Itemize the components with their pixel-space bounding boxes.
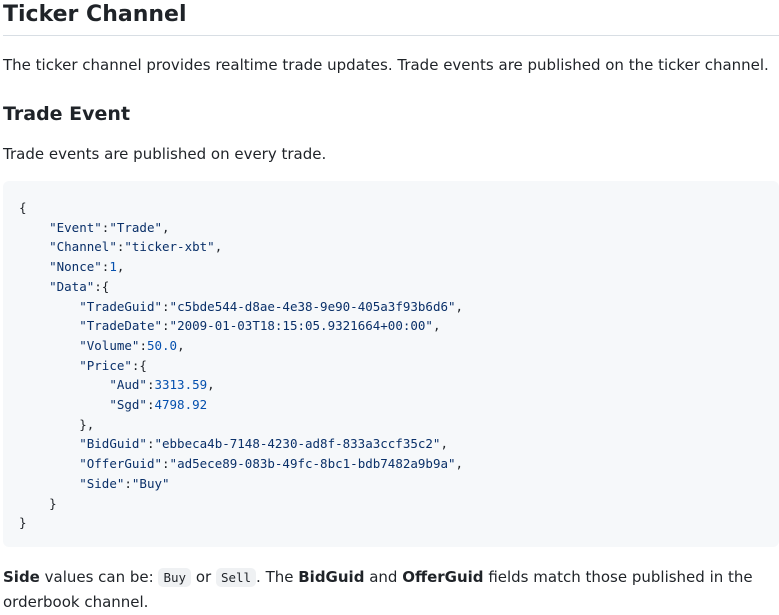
code-key: "TradeDate"	[79, 318, 163, 334]
code-key: "Nonce"	[49, 259, 102, 275]
trade-event-description: Trade events are published on every trad…	[3, 145, 327, 163]
code-block[interactable]: { "Event":"Trade", "Channel":"ticker-xbt…	[3, 181, 779, 547]
trade-event-heading: Trade Event	[3, 103, 131, 125]
section-title: Ticker Channel	[3, 0, 779, 36]
footer-text: values can be:	[39, 568, 159, 586]
intro-paragraph: The ticker channel provides realtime tra…	[3, 56, 769, 74]
code-value: 1	[109, 259, 117, 275]
code-value: "c5bde544-d8ae-4e38-9e90-405a3f93b6d6"	[169, 298, 456, 314]
footer-text: . The	[256, 568, 299, 586]
code-value: "Buy"	[131, 475, 170, 491]
inline-code-sell: Sell	[215, 568, 257, 587]
code-value: "ticker-xbt"	[124, 239, 215, 255]
code-value: "ebbeca4b-7148-4230-ad8f-833a3ccf35c2"	[154, 436, 441, 452]
code-value: 50.0	[146, 337, 178, 353]
code-value: 4798.92	[154, 397, 208, 413]
code-key: "Volume"	[79, 337, 140, 353]
footer-text: and	[364, 568, 403, 586]
code-key: "Aud"	[109, 377, 147, 393]
code-value: "2009-01-03T18:15:05.9321664+00:00"	[169, 318, 433, 334]
side-label: Side	[3, 568, 40, 586]
code-value: "ad5ece89-083b-49fc-8bc1-bdb7482a9b9a"	[169, 456, 456, 472]
offer-guid-label: OfferGuid	[402, 568, 484, 586]
code-key: "Sgd"	[109, 397, 147, 413]
bid-guid-label: BidGuid	[298, 568, 365, 586]
footer-note: Side values can be: Buy or Sell. The Bid…	[3, 565, 779, 614]
code-content: { "Event":"Trade", "Channel":"ticker-xbt…	[19, 200, 464, 531]
code-key: "TradeGuid"	[79, 298, 163, 314]
footer-text: or	[191, 568, 216, 586]
code-key: "OfferGuid"	[79, 456, 163, 472]
inline-code-buy: Buy	[158, 568, 192, 587]
code-key: "Event"	[49, 219, 102, 235]
code-key: "Channel"	[49, 239, 117, 255]
code-value: 3313.59	[154, 377, 208, 393]
code-key: "Data"	[49, 278, 95, 294]
code-key: "Side"	[79, 475, 125, 491]
code-value: "Trade"	[109, 219, 163, 235]
code-key: "BidGuid"	[79, 436, 147, 452]
code-key: "Price"	[79, 357, 132, 373]
